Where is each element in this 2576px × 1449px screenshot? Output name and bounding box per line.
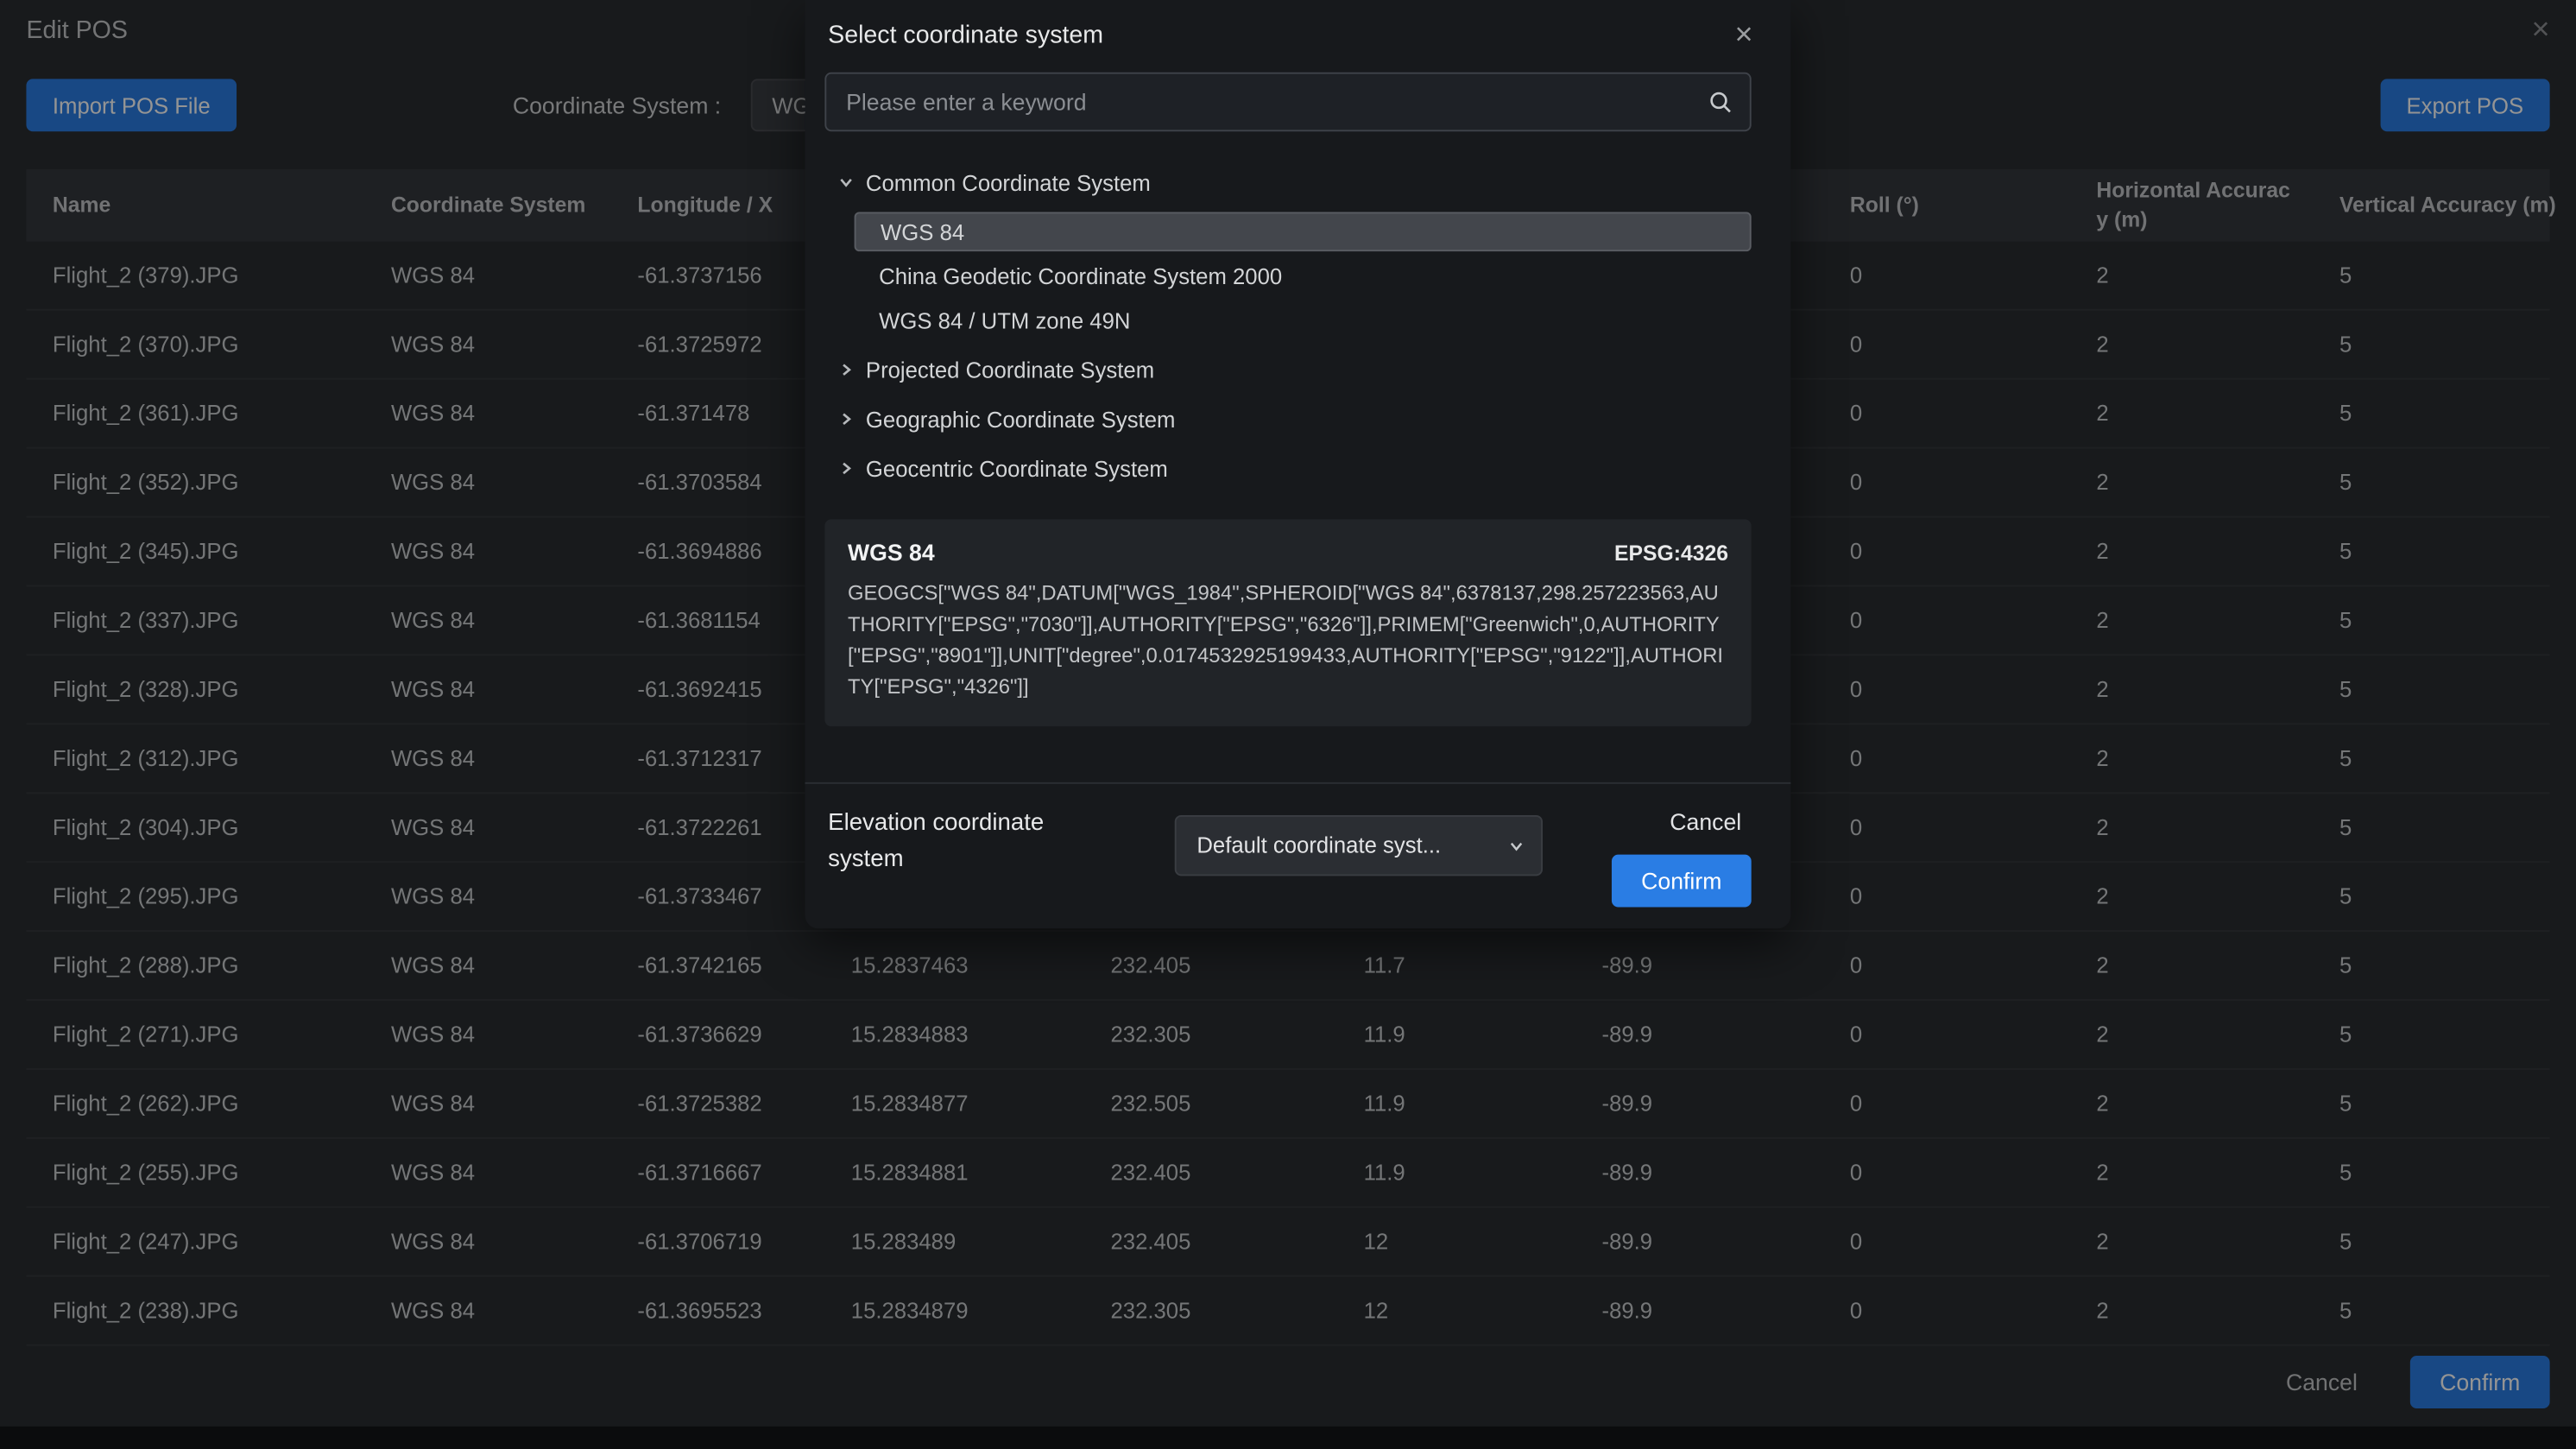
tree-item-cgcs2000[interactable]: China Geodetic Coordinate System 2000: [855, 256, 1752, 296]
chevron-right-icon: [838, 411, 855, 427]
detail-wkt-text: GEOGCS["WGS 84",DATUM["WGS_1984",SPHEROI…: [848, 579, 1728, 704]
elevation-coordinate-system-label: Elevation coordinate system: [828, 807, 1108, 878]
tree-node-label: Geographic Coordinate System: [866, 407, 1175, 432]
tree-node-geocentric[interactable]: Geocentric Coordinate System: [824, 444, 1751, 493]
edit-pos-window: Edit POS × Import POS File Coordinate Sy…: [0, 0, 2576, 1449]
coordinate-system-detail: WGS 84 EPSG:4326 GEOGCS["WGS 84",DATUM["…: [824, 519, 1751, 726]
tree-node-label: Projected Coordinate System: [866, 358, 1154, 383]
search-icon[interactable]: [1708, 90, 1733, 115]
tree-node-projected[interactable]: Projected Coordinate System: [824, 345, 1751, 395]
tree-node-common[interactable]: Common Coordinate System: [824, 158, 1751, 207]
coordinate-system-tree: Common Coordinate System WGS 84 China Ge…: [824, 158, 1751, 493]
dialog-title: Select coordinate system: [828, 21, 1103, 48]
dialog-header: Select coordinate system ×: [805, 0, 1791, 69]
chevron-right-icon: [838, 460, 855, 477]
chevron-down-icon: [838, 174, 855, 191]
elevation-coordinate-system-select[interactable]: Default coordinate syst...: [1176, 815, 1544, 876]
keyword-search-input[interactable]: [843, 87, 1708, 117]
tree-node-geographic[interactable]: Geographic Coordinate System: [824, 395, 1751, 444]
detail-name: WGS 84: [848, 539, 935, 565]
tree-node-label: Common Coordinate System: [866, 170, 1151, 195]
dialog-close-icon[interactable]: ×: [1734, 19, 1752, 50]
tree-item-wgs84[interactable]: WGS 84: [855, 212, 1752, 251]
dialog-confirm-button[interactable]: Confirm: [1612, 855, 1752, 908]
chevron-right-icon: [838, 362, 855, 378]
detail-epsg-code: EPSG:4326: [1614, 541, 1728, 566]
elevation-selected-value: Default coordinate syst...: [1196, 833, 1441, 858]
keyword-search-box: [824, 73, 1751, 132]
select-coordinate-system-dialog: Select coordinate system × Common Coordi…: [805, 0, 1791, 928]
tree-item-wgs84-utm49n[interactable]: WGS 84 / UTM zone 49N: [855, 301, 1752, 340]
tree-node-label: Geocentric Coordinate System: [866, 456, 1168, 481]
dialog-cancel-button[interactable]: Cancel: [1660, 807, 1752, 836]
chevron-down-icon: [1509, 838, 1525, 854]
dialog-footer: Elevation coordinate system Default coor…: [805, 782, 1791, 928]
